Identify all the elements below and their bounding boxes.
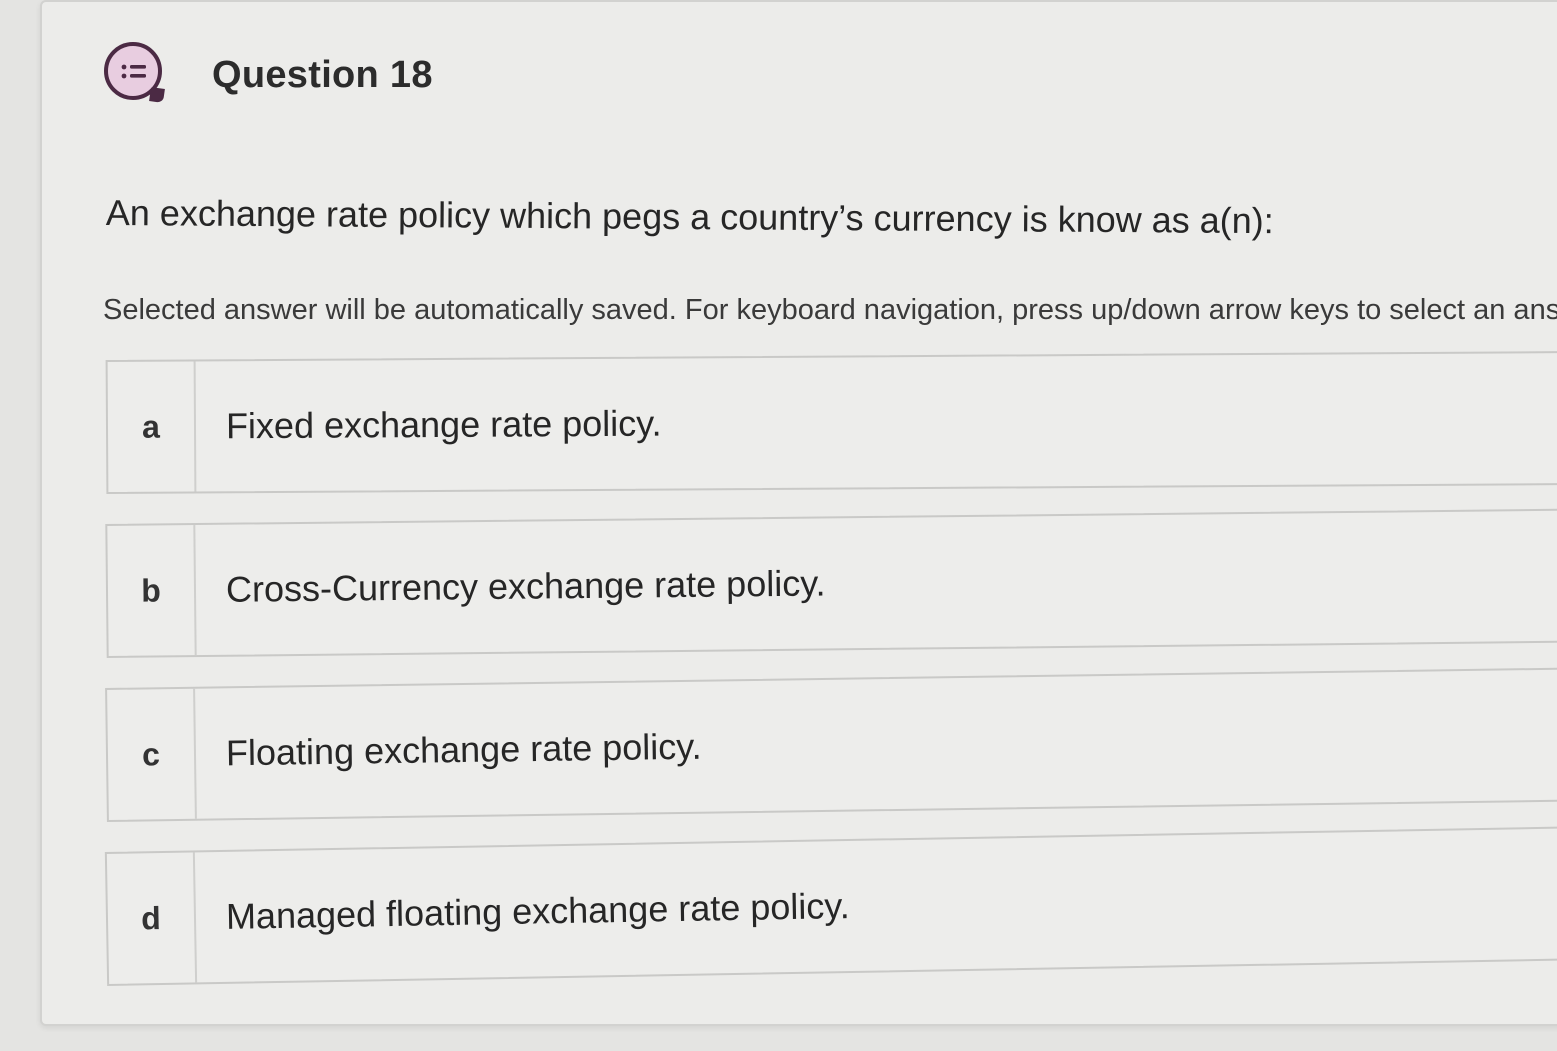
list-bubble-icon <box>104 42 162 100</box>
list-icon-glyph <box>121 64 146 79</box>
option-text: Fixed exchange rate policy. <box>225 402 662 447</box>
option-letter: b <box>107 525 197 656</box>
option-text: Floating exchange rate policy. <box>225 725 702 774</box>
answer-option-d[interactable]: d Managed floating exchange rate policy. <box>104 825 1557 986</box>
answer-option-b[interactable]: b Cross-Currency exchange rate policy. <box>105 508 1557 658</box>
answer-instructions: Selected answer will be automatically sa… <box>103 294 1557 326</box>
question-text: An exchange rate policy which pegs a cou… <box>105 192 1274 242</box>
option-letter: d <box>106 852 198 984</box>
option-letter: c <box>107 688 197 820</box>
answer-option-a[interactable]: a Fixed exchange rate policy. <box>105 350 1557 494</box>
option-text: Managed floating exchange rate policy. <box>225 885 850 937</box>
answer-option-c[interactable]: c Floating exchange rate policy. <box>105 667 1557 822</box>
option-text: Cross-Currency exchange rate policy. <box>225 562 826 610</box>
answer-options: a Fixed exchange rate policy. b Cross-Cu… <box>104 350 1557 1016</box>
question-title: Question 18 <box>212 54 433 96</box>
page: Question 18 An exchange rate policy whic… <box>0 0 1557 1051</box>
option-letter: a <box>107 361 197 492</box>
